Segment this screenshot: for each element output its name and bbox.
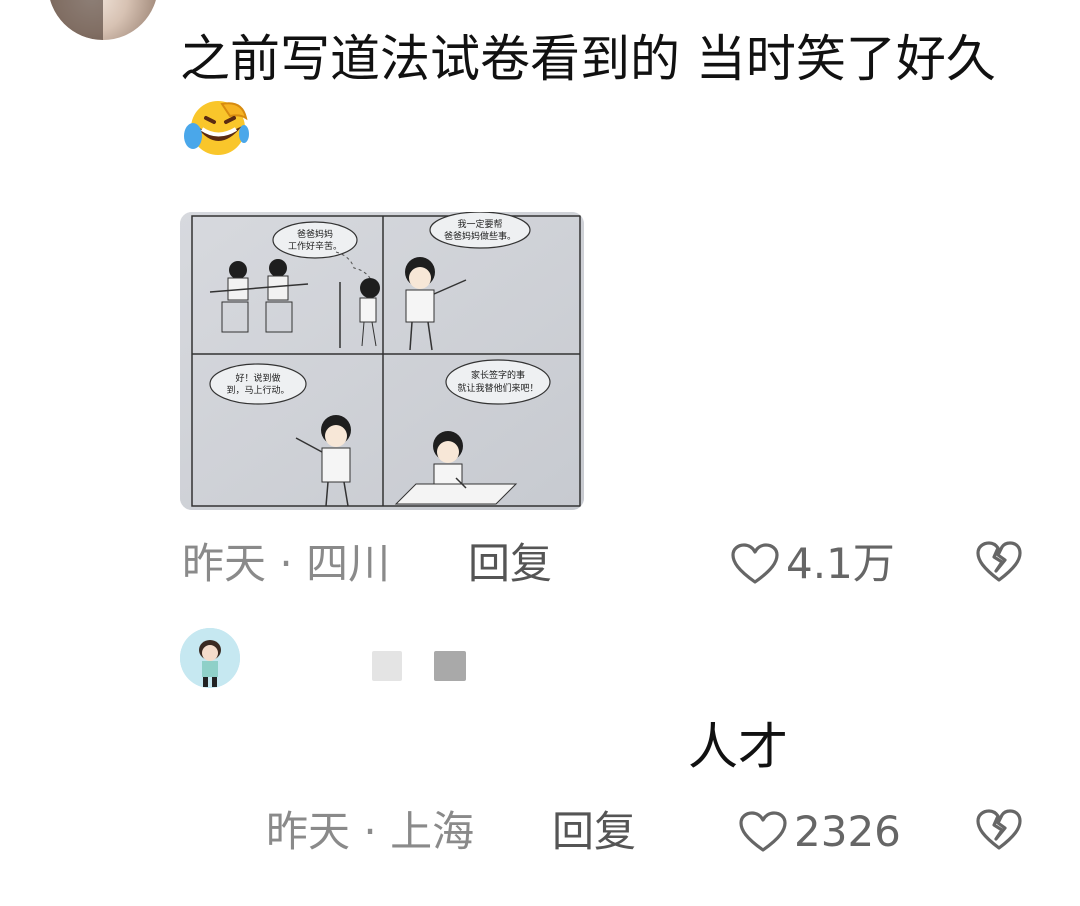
broken-heart-icon — [976, 809, 1022, 850]
reply-button[interactable]: 回复 — [468, 534, 552, 594]
comic-image[interactable]: 爸爸妈妈 工作好辛苦。 我一定要帮 爸爸妈妈做些事。 好！说到做 到，马上行动。 — [180, 212, 584, 510]
svg-text:爸爸妈妈: 爸爸妈妈 — [297, 228, 333, 240]
like-button[interactable]: 2326 — [738, 802, 901, 862]
like-count: 2326 — [794, 807, 901, 856]
commenter-avatar[interactable] — [180, 628, 240, 688]
comment-text-content: 之前写道法试卷看到的 当时笑了好久 — [180, 30, 996, 88]
svg-text:就让我替他们来吧！: 就让我替他们来吧！ — [457, 382, 538, 394]
comment-meta: 昨天 · 四川 — [182, 539, 391, 588]
comment-location: 四川 — [306, 539, 391, 588]
svg-text:爸爸妈妈做些事。: 爸爸妈妈做些事。 — [444, 230, 516, 242]
like-count: 4.1万 — [786, 539, 895, 588]
svg-text:好！说到做: 好！说到做 — [235, 372, 280, 384]
comment-time: 昨天 — [266, 807, 351, 856]
comment-meta: 昨天 · 上海 — [266, 807, 475, 856]
commenter-avatar[interactable] — [48, 0, 158, 40]
laughing-crying-emoji-icon — [184, 101, 249, 155]
heart-icon — [731, 543, 779, 584]
broken-heart-icon — [976, 541, 1022, 582]
comment-text: 人才 — [688, 718, 788, 776]
comment-text: 之前写道法试卷看到的 当时笑了好久 — [180, 22, 1040, 170]
comment-time: 昨天 — [182, 539, 267, 588]
reply-button[interactable]: 回复 — [552, 802, 636, 862]
dislike-button[interactable] — [975, 808, 1023, 868]
svg-text:我一定要帮: 我一定要帮 — [457, 218, 502, 230]
username-redacted — [372, 651, 402, 681]
svg-text:家长签字的事: 家长签字的事 — [471, 369, 525, 381]
svg-text:到，马上行动。: 到，马上行动。 — [226, 384, 289, 396]
dislike-button[interactable] — [975, 540, 1023, 600]
comment-location: 上海 — [390, 807, 475, 856]
username-redacted — [434, 651, 466, 681]
like-button[interactable]: 4.1万 — [730, 534, 895, 594]
heart-icon — [739, 811, 787, 852]
svg-text:工作好辛苦。: 工作好辛苦。 — [288, 240, 342, 252]
